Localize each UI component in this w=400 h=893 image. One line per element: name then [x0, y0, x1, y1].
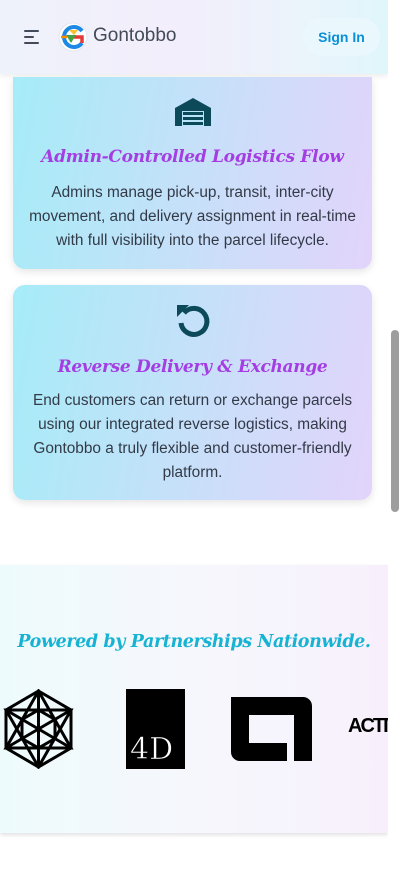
feature-description: Admins manage pick-up, transit, inter-ci…: [29, 184, 356, 249]
metatron-cube-logo: [3, 689, 74, 769]
partners-section: Powered by Partnerships Nationwide. 4D A…: [0, 565, 388, 833]
top-navbar: Gontobbo Sign In: [0, 0, 388, 74]
rotate-ccw-icon: [177, 305, 210, 337]
scrollbar-track[interactable]: [388, 0, 400, 893]
feature-description: End customers can return or exchange par…: [32, 392, 353, 481]
sign-in-button[interactable]: Sign In: [303, 18, 380, 56]
hamburger-menu-icon[interactable]: [24, 30, 40, 44]
feature-card-admin-logistics: Admin-Controlled Logistics Flow Admins m…: [13, 77, 372, 269]
feature-card-reverse-delivery: Reverse Delivery & Exchange End customer…: [13, 285, 372, 500]
partners-title: Powered by Partnerships Nationwide.: [17, 632, 371, 652]
activision-logo: ACTIV: [348, 715, 388, 737]
abbott-logo: [231, 697, 312, 761]
feature-title: Admin-Controlled Logistics Flow: [41, 147, 344, 167]
4d-logo: 4D: [126, 689, 185, 769]
brand-name[interactable]: Gontobbo: [93, 25, 176, 47]
warehouse-icon: [175, 98, 211, 126]
gontobbo-logo-icon[interactable]: [58, 22, 88, 52]
feature-title: Reverse Delivery & Exchange: [57, 357, 328, 377]
scrollbar-thumb[interactable]: [391, 330, 399, 512]
svg-text:4D: 4D: [130, 732, 173, 767]
